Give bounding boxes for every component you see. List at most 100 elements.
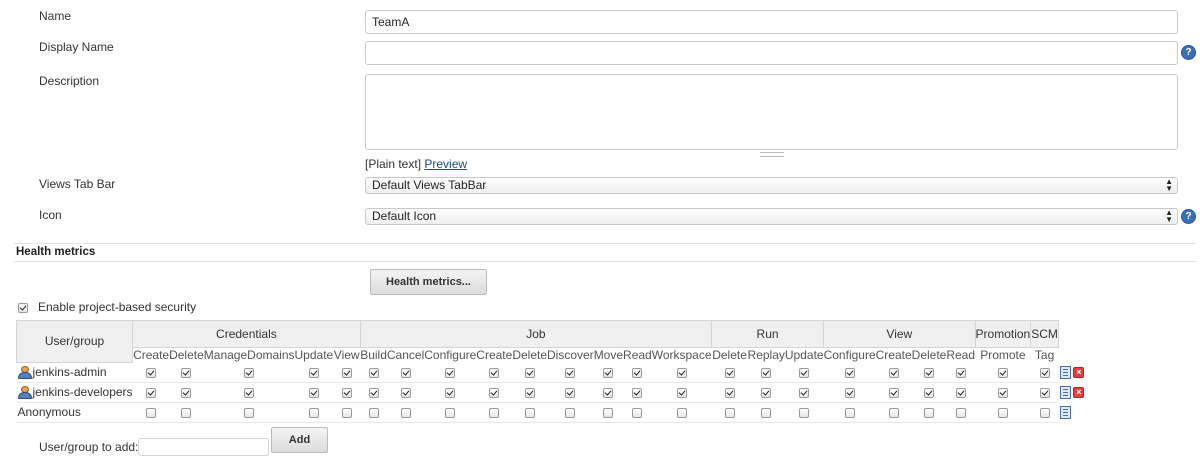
permission-checkbox-job-read[interactable] [632, 407, 643, 418]
permission-checkbox-credentials-managedomains[interactable] [244, 407, 255, 418]
permission-checkbox-credentials-update[interactable] [308, 407, 319, 418]
permission-checkbox-view-read[interactable] [955, 387, 966, 398]
permission-checkbox-job-workspace[interactable] [676, 387, 687, 398]
permission-checkbox-job-move[interactable] [603, 367, 614, 378]
permission-checkbox-scm-tag[interactable] [1039, 387, 1050, 398]
permission-checkbox-job-move[interactable] [603, 407, 614, 418]
permission-checkbox-promotion-promote[interactable] [997, 387, 1008, 398]
permission-checkbox-job-read[interactable] [632, 367, 643, 378]
permission-checkbox-job-cancel[interactable] [400, 407, 411, 418]
permission-checkbox-job-configure[interactable] [445, 407, 456, 418]
permission-checkbox-run-replay[interactable] [761, 407, 772, 418]
select-arrows-icon: ▲ ▼ [1165, 177, 1173, 193]
permission-checkbox-job-build[interactable] [368, 367, 379, 378]
permission-checkbox-credentials-view[interactable] [341, 407, 352, 418]
permission-checkbox-credentials-update[interactable] [308, 387, 319, 398]
permission-checkbox-run-replay[interactable] [761, 367, 772, 378]
icon-help-icon[interactable]: ? [1181, 209, 1196, 224]
permission-checkbox-view-read[interactable] [955, 367, 966, 378]
permission-checkbox-job-create[interactable] [489, 387, 500, 398]
icon-select[interactable]: Default Icon ▲ ▼ [365, 208, 1178, 225]
permission-checkbox-view-create[interactable] [888, 367, 899, 378]
remove-row-icon[interactable]: × [1073, 387, 1085, 399]
toggle-all-icon[interactable] [1060, 406, 1072, 420]
toggle-all-icon[interactable] [1060, 366, 1072, 380]
permission-checkbox-promotion-promote[interactable] [997, 407, 1008, 418]
permission-checkbox-view-delete[interactable] [924, 407, 934, 418]
textarea-resize-handle[interactable] [760, 152, 784, 157]
permission-checkbox-job-cancel[interactable] [400, 387, 411, 398]
permission-checkbox-job-configure[interactable] [445, 387, 456, 398]
permission-checkbox-credentials-create[interactable] [145, 387, 156, 398]
permission-checkbox-view-create[interactable] [888, 387, 899, 398]
permission-checkbox-job-read[interactable] [632, 387, 643, 398]
permission-checkbox-job-delete[interactable] [524, 407, 535, 418]
permission-checkbox-view-delete[interactable] [924, 367, 934, 378]
enable-security-checkbox[interactable] [18, 302, 28, 313]
permission-checkbox-view-read[interactable] [955, 407, 966, 418]
permission-cell [360, 402, 387, 423]
permission-checkbox-credentials-managedomains[interactable] [244, 387, 255, 398]
permission-checkbox-scm-tag[interactable] [1039, 367, 1050, 378]
permission-checkbox-view-delete[interactable] [924, 387, 934, 398]
permission-checkbox-job-delete[interactable] [524, 387, 535, 398]
remove-row-icon[interactable]: × [1073, 367, 1085, 379]
add-user-group-input[interactable] [138, 438, 269, 456]
permission-checkbox-credentials-delete[interactable] [181, 367, 192, 378]
perm-header-run-delete: Delete [711, 347, 748, 362]
permission-checkbox-job-build[interactable] [368, 387, 379, 398]
permission-checkbox-run-replay[interactable] [761, 387, 772, 398]
permission-checkbox-job-workspace[interactable] [676, 407, 687, 418]
permission-checkbox-view-configure[interactable] [844, 387, 855, 398]
permission-checkbox-job-delete[interactable] [524, 367, 535, 378]
permission-checkbox-run-update[interactable] [799, 367, 810, 378]
permission-checkbox-scm-tag[interactable] [1039, 407, 1050, 418]
perm-header-scm-tag: Tag [1030, 347, 1059, 362]
permission-checkbox-view-create[interactable] [888, 407, 899, 418]
user-group-cell: Anonymous [16, 402, 133, 423]
permission-checkbox-credentials-view[interactable] [341, 367, 352, 378]
select-arrows-icon: ▲ ▼ [1165, 208, 1173, 224]
views-tab-bar-select[interactable]: Default Views TabBar ▲ ▼ [365, 177, 1178, 194]
permission-checkbox-run-update[interactable] [799, 407, 810, 418]
permission-checkbox-credentials-managedomains[interactable] [244, 367, 255, 378]
permission-checkbox-run-delete[interactable] [724, 367, 735, 378]
permission-checkbox-job-configure[interactable] [445, 367, 456, 378]
permission-checkbox-credentials-create[interactable] [145, 367, 156, 378]
permission-checkbox-credentials-delete[interactable] [181, 387, 192, 398]
display-name-input[interactable] [365, 41, 1178, 65]
permission-checkbox-job-move[interactable] [603, 387, 614, 398]
permission-checkbox-run-delete[interactable] [724, 387, 735, 398]
permission-checkbox-job-discover[interactable] [565, 407, 576, 418]
permission-checkbox-job-cancel[interactable] [400, 367, 411, 378]
permission-checkbox-credentials-view[interactable] [341, 387, 352, 398]
permission-checkbox-run-delete[interactable] [724, 407, 735, 418]
permission-cell [784, 382, 824, 403]
permission-checkbox-job-discover[interactable] [565, 387, 576, 398]
section-divider [14, 261, 1196, 262]
user-group-cell: jenkins-developers [16, 382, 133, 403]
preview-link[interactable]: Preview [424, 157, 467, 171]
permission-checkbox-view-configure[interactable] [844, 367, 855, 378]
toggle-all-icon[interactable] [1060, 386, 1072, 400]
permission-checkbox-job-discover[interactable] [565, 367, 576, 378]
health-metrics-button[interactable]: Health metrics... [370, 269, 487, 295]
permission-checkbox-credentials-delete[interactable] [181, 407, 192, 418]
user-icon [17, 366, 32, 380]
description-textarea[interactable] [365, 74, 1178, 150]
permission-cell [169, 402, 204, 423]
permission-checkbox-job-workspace[interactable] [676, 367, 687, 378]
permission-checkbox-view-configure[interactable] [844, 407, 855, 418]
permission-checkbox-promotion-promote[interactable] [997, 367, 1008, 378]
add-button[interactable]: Add [271, 427, 328, 453]
permission-checkbox-job-create[interactable] [489, 407, 500, 418]
name-input[interactable] [365, 10, 1178, 34]
permission-checkbox-job-create[interactable] [489, 367, 500, 378]
permission-checkbox-job-build[interactable] [368, 407, 379, 418]
perm-header-view-create: Create [875, 347, 912, 362]
permission-checkbox-run-update[interactable] [799, 387, 810, 398]
user-group-name: jenkins-developers [32, 384, 133, 399]
permission-checkbox-credentials-update[interactable] [308, 367, 319, 378]
permission-checkbox-credentials-create[interactable] [145, 407, 156, 418]
display-name-help-icon[interactable]: ? [1181, 45, 1196, 60]
